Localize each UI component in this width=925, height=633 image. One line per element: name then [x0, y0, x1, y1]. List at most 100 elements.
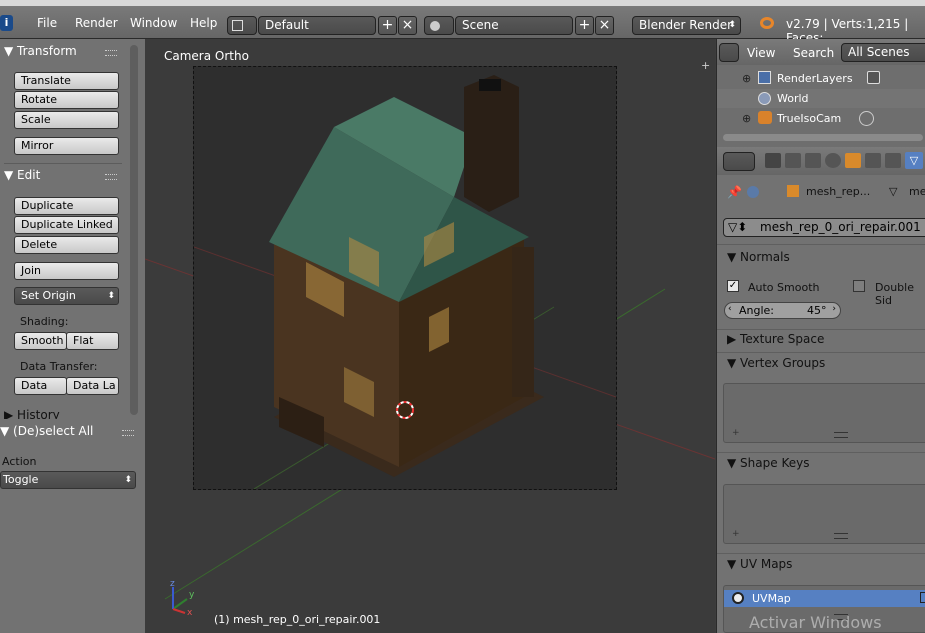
drag-grip-icon[interactable]	[122, 430, 134, 436]
set-origin-select[interactable]: Set Origin ⬍	[14, 287, 119, 305]
join-button[interactable]: Join	[14, 262, 119, 280]
delete-layout-button[interactable]: ×	[398, 16, 417, 35]
duplicate-linked-button[interactable]: Duplicate Linked	[14, 216, 119, 234]
angle-slider[interactable]: ‹ Angle: 45° ›	[724, 302, 841, 319]
toolshelf-scrollbar[interactable]	[130, 45, 138, 415]
object-tab-icon[interactable]	[845, 153, 861, 168]
operator-name: (De)select All	[13, 424, 94, 438]
modifiers-tab-icon[interactable]	[885, 153, 901, 168]
outliner-item-trueisocam[interactable]: TrueIsoCam	[777, 112, 841, 125]
pin-icon[interactable]: 📌	[727, 185, 742, 199]
outliner-row[interactable]: ⊕ RenderLayers	[717, 69, 925, 88]
mesh-name-field[interactable]: ▽⬍ mesh_rep_0_ori_repair.001	[723, 218, 925, 237]
mesh-browse-icon[interactable]: ▽⬍	[728, 219, 747, 236]
scale-button[interactable]: Scale	[14, 111, 119, 129]
blender-logo-icon	[760, 17, 774, 29]
add-layout-button[interactable]: +	[378, 16, 397, 35]
scene-selector-button[interactable]	[424, 16, 454, 35]
display-mode-select[interactable]: All Scenes	[841, 43, 925, 62]
uv-map-row[interactable]: UVMap	[724, 590, 925, 607]
3d-viewport[interactable]: Camera Ortho + y z x (1) mesh_rep_0_ori_…	[145, 39, 715, 633]
layout-name-field[interactable]: Default	[258, 16, 376, 35]
menu-file[interactable]: File	[37, 16, 57, 30]
layout-selector-button[interactable]	[227, 16, 257, 35]
properties-toggle-icon[interactable]: +	[701, 59, 710, 72]
delete-button[interactable]: Delete	[14, 236, 119, 254]
render-layers-icon	[867, 71, 880, 84]
transform-panel-header[interactable]: ▼ Transform	[4, 44, 77, 58]
vertex-groups-panel-header[interactable]: ▼ Vertex Groups	[727, 356, 825, 370]
menu-render[interactable]: Render	[75, 16, 118, 30]
editor-type-button[interactable]	[723, 152, 755, 171]
house-model[interactable]	[194, 67, 616, 489]
editor-type-button[interactable]	[719, 43, 739, 62]
vertex-groups-list[interactable]: +	[723, 383, 925, 443]
auto-smooth-checkbox[interactable]: ✓	[727, 280, 739, 292]
data-transfer-label: Data Transfer:	[20, 360, 98, 373]
smooth-button[interactable]: Smooth	[14, 332, 67, 350]
outliner-search-menu[interactable]: Search	[793, 46, 834, 60]
double-sided-checkbox[interactable]	[853, 280, 865, 292]
outliner-scrollbar[interactable]	[723, 134, 923, 141]
data-transfer-layout-button[interactable]: Data La	[66, 377, 119, 395]
shape-keys-panel-header[interactable]: ▼ Shape Keys	[727, 456, 809, 470]
outliner-item-renderlayers[interactable]: RenderLayers	[777, 72, 853, 85]
uv-map-icon	[732, 592, 744, 604]
expand-icon[interactable]: ⊕	[742, 72, 751, 85]
mesh-name-value: mesh_rep_0_ori_repair.001	[760, 220, 921, 234]
camera-data-icon	[859, 111, 874, 126]
normals-header-label: Normals	[740, 250, 790, 264]
list-resize-handle[interactable]	[834, 432, 848, 438]
texture-space-panel-header[interactable]: ▶ Texture Space	[727, 332, 824, 346]
outliner-view-menu[interactable]: View	[747, 46, 775, 60]
translate-button[interactable]: Translate	[14, 72, 119, 90]
menu-help[interactable]: Help	[190, 16, 217, 30]
expand-icon[interactable]: ⊕	[742, 112, 751, 125]
rotate-button[interactable]: Rotate	[14, 91, 119, 109]
uv-maps-panel-header[interactable]: ▼ UV Maps	[727, 557, 792, 571]
normals-panel-header[interactable]: ▼ Normals	[727, 250, 790, 264]
menu-window[interactable]: Window	[130, 16, 177, 30]
action-select[interactable]: Toggle ⬍	[0, 471, 136, 489]
world-tab-icon[interactable]	[825, 153, 841, 168]
data-transfer-button[interactable]: Data	[14, 377, 67, 395]
flat-button[interactable]: Flat	[66, 332, 119, 350]
svg-text:x: x	[187, 608, 193, 618]
operator-panel: ▼ (De)select All Action Toggle ⬍	[0, 419, 146, 633]
axis-gizmo-icon: y z x	[170, 579, 195, 618]
object-icon	[787, 185, 799, 197]
list-resize-handle[interactable]	[834, 533, 848, 539]
drag-grip-icon[interactable]	[105, 50, 117, 56]
decrease-arrow-icon[interactable]: ‹	[728, 304, 732, 314]
increase-arrow-icon[interactable]: ›	[832, 304, 836, 314]
mesh-data-tab-icon[interactable]: ▽	[905, 152, 923, 169]
uv-map-name[interactable]: UVMap	[752, 592, 791, 605]
scene-tab-icon[interactable]	[805, 153, 821, 168]
editor-type-icon[interactable]: i	[0, 15, 13, 31]
render-layers-tab-icon[interactable]	[785, 153, 801, 168]
world-icon	[758, 92, 771, 105]
divider	[717, 244, 925, 245]
drag-grip-icon[interactable]	[105, 174, 117, 180]
operator-panel-header[interactable]: ▼ (De)select All	[0, 424, 93, 438]
constraints-tab-icon[interactable]	[865, 153, 881, 168]
outliner-row[interactable]: ⊕ TrueIsoCam	[717, 109, 925, 128]
add-scene-button[interactable]: +	[575, 16, 594, 35]
shape-keys-list[interactable]: +	[723, 484, 925, 544]
duplicate-button[interactable]: Duplicate	[14, 197, 119, 215]
list-filter-icon[interactable]: +	[732, 529, 740, 539]
delete-scene-button[interactable]: ×	[595, 16, 614, 35]
uv-maps-label: UV Maps	[740, 557, 793, 571]
scene-name-field[interactable]: Scene	[455, 16, 573, 35]
outliner-item-world[interactable]: World	[777, 92, 809, 105]
render-tab-icon[interactable]	[765, 153, 781, 168]
outliner-row[interactable]: World	[717, 89, 925, 108]
action-label: Action	[2, 455, 37, 468]
properties-editor: ▽ 📌 mesh_rep... ▽ me ▽⬍ mesh_rep_0_ori_r…	[716, 147, 925, 633]
render-uv-icon[interactable]	[920, 592, 925, 603]
edit-panel-header[interactable]: ▼ Edit	[4, 168, 40, 182]
mirror-button[interactable]: Mirror	[14, 137, 119, 155]
list-filter-icon[interactable]: +	[732, 428, 740, 438]
render-engine-name: Blender Render	[639, 18, 733, 32]
render-engine-select[interactable]: Blender Render ⬍	[632, 16, 741, 35]
